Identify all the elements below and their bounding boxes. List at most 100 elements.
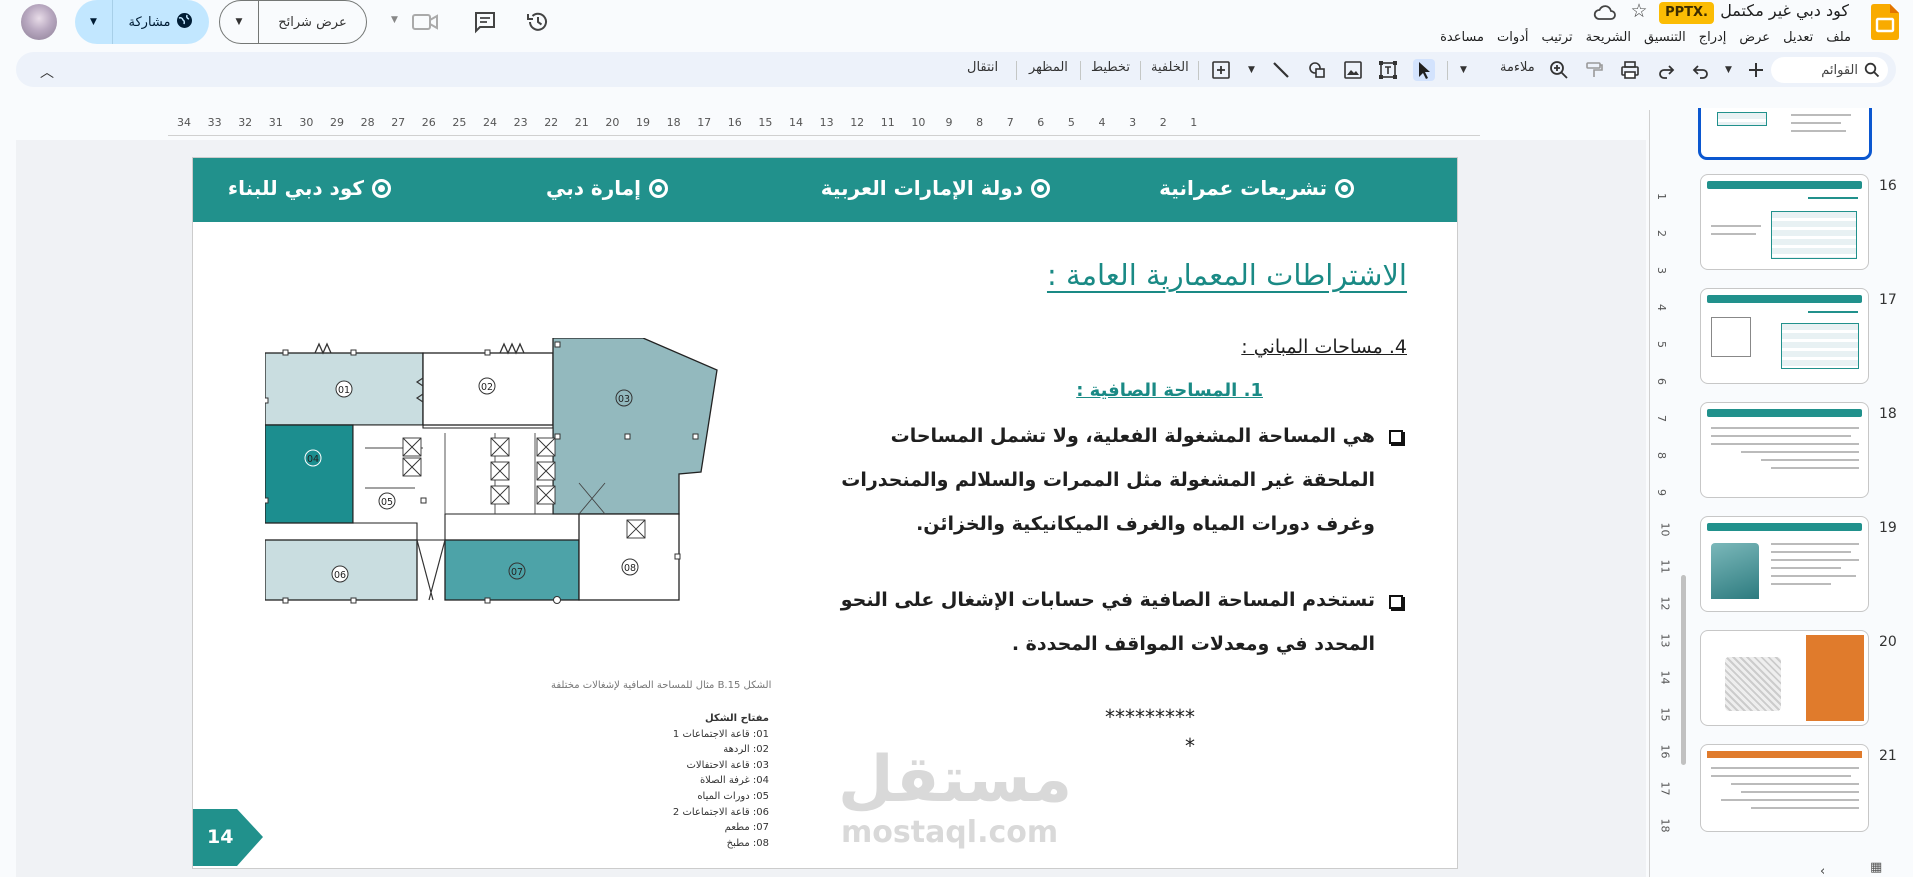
ruler-tick-label: 8 [1655, 452, 1668, 459]
menu-slide[interactable]: الشريحة [1586, 30, 1631, 45]
slideshow-options-button[interactable]: ▼ [220, 1, 259, 43]
slide-number: 16 [1879, 178, 1897, 194]
stars-divider: * [1185, 734, 1195, 758]
ruler-tick-label: 17 [697, 116, 712, 129]
version-history-icon[interactable] [525, 9, 551, 35]
shape-icon[interactable] [1306, 59, 1328, 81]
image-icon[interactable] [1342, 59, 1364, 81]
header-item-label: تشريعات عمرانية [1159, 176, 1327, 200]
floor-plan-diagram[interactable]: 01 02 03 04 05 06 07 08 [265, 338, 797, 664]
legend-item: 04: غرفة الصلاة [699, 775, 769, 787]
grid-view-icon[interactable]: ▦ [1870, 860, 1882, 875]
layout-button[interactable]: تخطيط [1091, 60, 1130, 75]
ruler-tick-label: 18 [1658, 818, 1672, 833]
menu-file[interactable]: ملف [1826, 30, 1851, 45]
toolbar-divider [1198, 61, 1199, 80]
sub-sub-heading[interactable]: 1. المساحة الصافية : [1076, 380, 1263, 401]
chevron-up-icon[interactable]: ︿ [38, 62, 56, 82]
menu-arrange[interactable]: ترتيب [1542, 30, 1573, 45]
transition-button[interactable]: انتقال [967, 60, 998, 75]
menu-view[interactable]: عرض [1739, 30, 1770, 45]
ruler-tick-label: 24 [483, 116, 497, 129]
ruler-tick-label: 9 [1655, 489, 1668, 496]
print-icon[interactable] [1619, 59, 1641, 81]
paragraph-net-area-usage[interactable]: تستخدم المساحة الصافية في حسابات الإشغال… [820, 578, 1375, 666]
ruler-tick-label: 4 [1655, 304, 1668, 311]
header-item-label: كود دبي للبناء [227, 176, 364, 200]
background-button[interactable]: الخلفية [1151, 60, 1189, 75]
menu-insert[interactable]: إدراج [1699, 30, 1727, 45]
room-03 [552, 338, 718, 515]
slide-number: 17 [1879, 292, 1897, 308]
share-button-group: ▼ مشاركة [75, 0, 209, 44]
slide-heading[interactable]: الاشتراطات المعمارية العامة : [1047, 258, 1407, 292]
ruler-tick-label: 15 [758, 116, 773, 129]
select-pointer-icon[interactable] [1413, 59, 1435, 81]
chevron-left-icon[interactable]: ‹ [1820, 864, 1825, 877]
menu-help[interactable]: مساعدة [1440, 30, 1484, 45]
paint-format-icon[interactable] [1583, 59, 1605, 81]
chevron-down-icon[interactable]: ▼ [1725, 59, 1747, 81]
ruler-tick-label: 31 [268, 116, 283, 129]
chevron-down-icon[interactable]: ▼ [1460, 59, 1482, 81]
ruler-tick-label: 30 [299, 116, 314, 129]
star-icon[interactable]: ☆ [1627, 0, 1651, 24]
account-avatar[interactable] [21, 4, 57, 40]
ruler-tick-label: 10 [911, 116, 926, 129]
menu-format[interactable]: التنسيق [1644, 30, 1686, 45]
ruler-tick-label: 6 [1655, 378, 1668, 385]
ruler-tick-label: 5 [1067, 116, 1075, 129]
video-call-icon[interactable] [410, 10, 440, 34]
thumbnail-slide-20[interactable] [1700, 630, 1869, 726]
cloud-saved-icon[interactable] [1593, 2, 1617, 24]
thumbnail-slide-17[interactable] [1700, 288, 1869, 384]
filmstrip-scrollbar[interactable] [1681, 575, 1686, 765]
search-menus-field[interactable]: القوائم [1771, 57, 1888, 83]
thumbnail-slide-19[interactable] [1700, 516, 1869, 612]
comment-add-icon[interactable] [1210, 59, 1232, 81]
ruler-tick-label: 11 [1658, 559, 1672, 574]
ruler-tick-label: 2 [1159, 116, 1167, 129]
paragraph-net-area-definition[interactable]: هي المساحة المشغولة الفعلية، ولا تشمل ال… [820, 414, 1375, 546]
ruler-tick-label: 21 [574, 116, 589, 129]
chevron-down-icon[interactable]: ▼ [391, 15, 398, 25]
slide-number: 20 [1879, 634, 1897, 650]
new-slide-icon[interactable] [1745, 59, 1767, 81]
text-box-icon[interactable] [1377, 59, 1399, 81]
watermark-logo: مستقل [838, 743, 1074, 817]
zoom-icon[interactable] [1548, 59, 1570, 81]
vertical-ruler[interactable]: 1 2 3 4 5 6 7 8 9 10 11 12 13 14 15 16 17 18 [1649, 110, 1672, 877]
thumbnail-slide-16[interactable] [1700, 174, 1869, 270]
chevron-down-icon[interactable]: ▼ [1248, 59, 1270, 81]
thumbnail-slide-21[interactable] [1700, 744, 1869, 832]
menu-edit[interactable]: تعديل [1783, 30, 1813, 45]
theme-button[interactable]: المظهر [1029, 60, 1068, 75]
ruler-tick-label: 23 [513, 116, 528, 129]
ruler-tick-label: 13 [1658, 633, 1672, 648]
ruler-tick-label: 2 [1655, 230, 1668, 237]
line-icon[interactable] [1270, 59, 1292, 81]
zoom-level[interactable]: ملاءمة [1500, 60, 1535, 75]
thumbnail-slide-18[interactable] [1700, 402, 1869, 498]
share-options-button[interactable]: ▼ [75, 0, 113, 44]
comments-icon[interactable] [473, 10, 497, 34]
document-title[interactable]: كود دبي غير مكتمل [1720, 1, 1849, 20]
ruler-tick-label: 4 [1098, 116, 1106, 129]
sub-heading[interactable]: 4. مساحات المباني : [1241, 336, 1407, 358]
thumbnail-current-slide[interactable] [1698, 108, 1872, 160]
ruler-tick-label: 13 [819, 116, 834, 129]
horizontal-ruler[interactable]: 34 33 32 31 30 29 28 27 26 25 24 23 22 21 20 19 18 17 16 15… [168, 116, 1480, 136]
square-bullet-icon [1389, 430, 1403, 444]
ruler-tick-label: 19 [636, 116, 650, 129]
redo-icon[interactable] [1655, 59, 1677, 81]
room-label: 07 [511, 567, 523, 578]
ruler-tick-label: 10 [1658, 522, 1672, 537]
undo-icon[interactable] [1690, 59, 1712, 81]
slides-logo-icon[interactable] [1871, 4, 1899, 40]
menu-bar: ملف تعديل عرض إدراج التنسيق الشريحة ترتي… [1440, 30, 1851, 45]
slide[interactable]: تشريعات عمرانية دولة الإمارات العربية إم… [192, 157, 1458, 869]
slideshow-button[interactable]: عرض شرائح [259, 1, 366, 43]
room-label: 03 [618, 394, 630, 405]
share-button[interactable]: مشاركة [113, 0, 209, 44]
menu-tools[interactable]: أدوات [1497, 30, 1529, 45]
